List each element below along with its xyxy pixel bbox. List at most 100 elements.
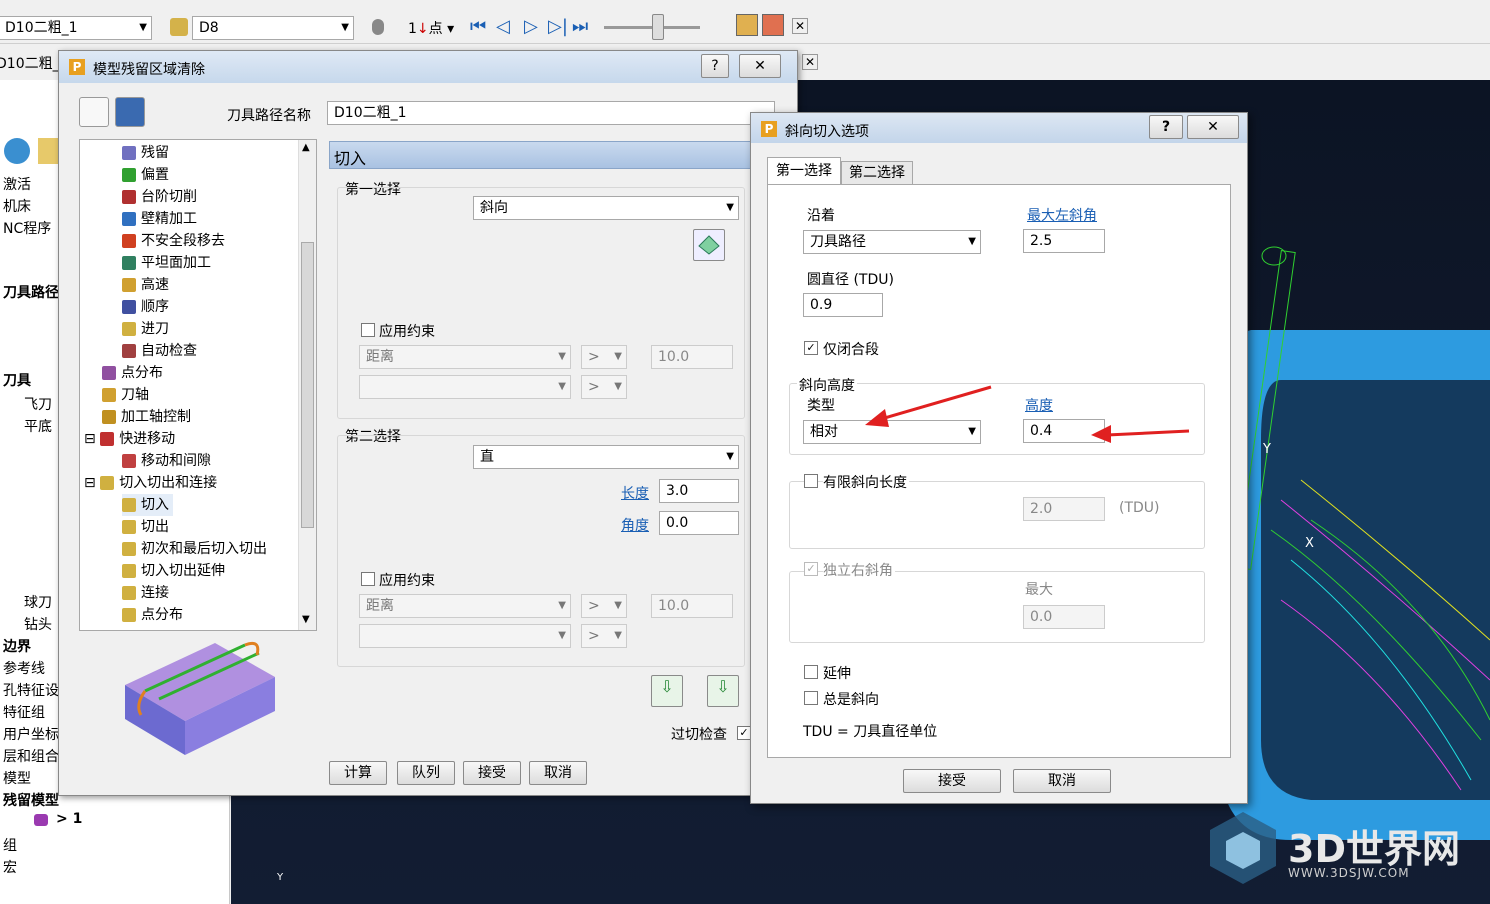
constraint-op-select-4[interactable]: > ▼ (581, 624, 627, 648)
settings-icon[interactable] (79, 97, 109, 127)
play-icon[interactable]: ▷ (524, 16, 538, 37)
explorer-item[interactable]: 刀具 (3, 370, 31, 390)
first-choice-select[interactable]: 斜向 ▼ (473, 196, 739, 220)
tree-item[interactable]: 点分布 (102, 362, 163, 384)
tree-item[interactable]: 台阶切削 (122, 186, 197, 208)
constraint-op-select-1[interactable]: > ▼ (581, 345, 627, 369)
tree-item[interactable]: 切出 (122, 516, 169, 538)
point-mode-button[interactable]: 1↓点 ▾ (408, 18, 460, 38)
explorer-item[interactable]: 参考线 (3, 658, 45, 678)
ramp-options-button[interactable] (693, 229, 725, 261)
accept-button[interactable]: 接受 (463, 761, 521, 785)
constraint-type-select-2[interactable]: ▼ (359, 375, 571, 399)
explorer-item[interactable]: 球刀 (24, 592, 52, 612)
axis-icon (102, 388, 116, 402)
constraint-op-select-2[interactable]: > ▼ (581, 375, 627, 399)
explorer-item[interactable]: NC程序 (3, 218, 51, 238)
explorer-item[interactable]: 飞刀 (24, 394, 52, 414)
explorer-item[interactable]: 平底 (24, 416, 52, 436)
close-icon[interactable]: ✕ (802, 54, 818, 70)
tool-select[interactable]: D8 ▼ (192, 16, 354, 40)
tree-item[interactable]: 加工轴控制 (102, 406, 191, 428)
tool-icon[interactable] (736, 14, 758, 36)
explorer-item[interactable]: 特征组 (3, 702, 45, 722)
scroll-thumb[interactable] (301, 242, 314, 528)
tree-item[interactable]: 高速 (122, 274, 169, 296)
gouge-check-checkbox[interactable]: ✓ (737, 726, 751, 740)
tree-item[interactable]: 平坦面加工 (122, 252, 211, 274)
calculate-button[interactable]: 计算 (329, 761, 387, 785)
tree-item[interactable]: 残留 (122, 142, 169, 164)
close-button[interactable]: ✕ (739, 54, 781, 78)
constraint-op-select-3[interactable]: > ▼ (581, 594, 627, 618)
tree-item[interactable]: 移动和间隙 (122, 450, 211, 472)
explorer-item[interactable]: > 1 (56, 811, 82, 827)
tree-item[interactable]: 壁精加工 (122, 208, 197, 230)
explorer-item[interactable]: 残留模型 (3, 790, 59, 810)
tree-item[interactable]: 进刀 (122, 318, 169, 340)
explorer-item[interactable]: 模型 (3, 768, 31, 788)
apply-constraint-checkbox-2[interactable] (361, 572, 375, 586)
copy-to-lead-out-button[interactable]: ⇩ (651, 675, 683, 707)
constraint-value-1[interactable]: 10.0 (651, 345, 733, 369)
scroll-down-icon[interactable]: ▼ (302, 614, 310, 625)
main-dialog-titlebar[interactable]: P 模型残留区域清除 ? ✕ (59, 51, 797, 83)
explorer-item[interactable]: 激活 (3, 174, 31, 194)
second-choice-select[interactable]: 直 ▼ (473, 445, 739, 469)
queue-button[interactable]: 队列 (397, 761, 455, 785)
cancel-button[interactable]: 取消 (529, 761, 587, 785)
annotation-arrows (865, 385, 1190, 443)
tool-icon[interactable] (762, 14, 784, 36)
tree-item[interactable]: 偏置 (122, 164, 169, 186)
tree-item[interactable]: 顺序 (122, 296, 169, 318)
first-frame-icon[interactable]: ⏮ (470, 16, 486, 37)
tree-item[interactable]: ⊟ 切入切出和连接 (84, 472, 217, 494)
length-field[interactable]: 3.0 (659, 479, 739, 503)
explorer-item[interactable]: 宏 (3, 857, 17, 877)
lead-out-icon (122, 520, 136, 534)
tree-item[interactable]: 自动检查 (122, 340, 197, 362)
explorer-item[interactable]: 孔特征设 (3, 680, 59, 700)
close-icon[interactable]: ✕ (792, 18, 808, 34)
explorer-item[interactable]: 层和组合 (3, 746, 59, 766)
length-link[interactable]: 长度 (621, 483, 649, 503)
toolpath-select[interactable]: D10二粗_1 ▼ (0, 16, 152, 40)
last-frame-icon[interactable]: ⏭ (572, 16, 588, 37)
tree-scrollbar[interactable]: ▲ ▼ (298, 140, 316, 630)
tree-item[interactable]: 点分布 (122, 604, 183, 626)
tree-item[interactable]: 不安全段移去 (122, 230, 225, 252)
constraint-type-select-3[interactable]: 距离 ▼ (359, 594, 571, 618)
tree-item[interactable]: 刀轴 (102, 384, 149, 406)
toolpath-type-icon[interactable] (115, 97, 145, 127)
explorer-item[interactable]: 刀具路径 (3, 282, 59, 302)
explorer-item[interactable]: 钻头 (24, 614, 52, 634)
next-frame-icon[interactable]: ▷| (548, 16, 568, 37)
tree-item[interactable]: 切入切出延伸 (122, 560, 225, 582)
speed-slider-thumb[interactable] (652, 14, 664, 40)
prev-frame-icon[interactable]: ◁ (496, 16, 510, 37)
explorer-item[interactable]: 组 (3, 835, 17, 855)
tree-item[interactable]: 初次和最后切入切出 (122, 538, 267, 560)
explorer-item[interactable]: 边界 (3, 636, 31, 656)
apply-constraint-checkbox-1[interactable] (361, 323, 375, 337)
constraint-value-3[interactable]: 10.0 (651, 594, 733, 618)
axis-y-label: Y (1263, 442, 1271, 457)
scroll-up-icon[interactable]: ▲ (302, 142, 310, 153)
angle-field[interactable]: 0.0 (659, 511, 739, 535)
copy-from-lead-out-button[interactable]: ⇩ (707, 675, 739, 707)
tree-item[interactable]: 连接 (122, 582, 169, 604)
angle-link[interactable]: 角度 (621, 515, 649, 535)
globe-icon[interactable] (4, 138, 30, 164)
constraint-type-select-1[interactable]: 距离 ▼ (359, 345, 571, 369)
explorer-item[interactable]: 用户坐标 (3, 724, 59, 744)
help-button[interactable]: ? (701, 54, 729, 78)
constraint-type-select-4[interactable]: ▼ (359, 624, 571, 648)
tree-item[interactable]: ⊟ 快进移动 (84, 428, 175, 450)
tree-item-lead-in[interactable]: 切入 (122, 494, 173, 516)
chevron-down-icon: ▼ (726, 451, 734, 462)
points-icon (102, 366, 116, 380)
stock-icon (122, 146, 136, 160)
bulb-icon[interactable] (372, 19, 384, 35)
explorer-item[interactable]: 机床 (3, 196, 31, 216)
toolpath-name-field[interactable]: D10二粗_1 (327, 101, 775, 125)
